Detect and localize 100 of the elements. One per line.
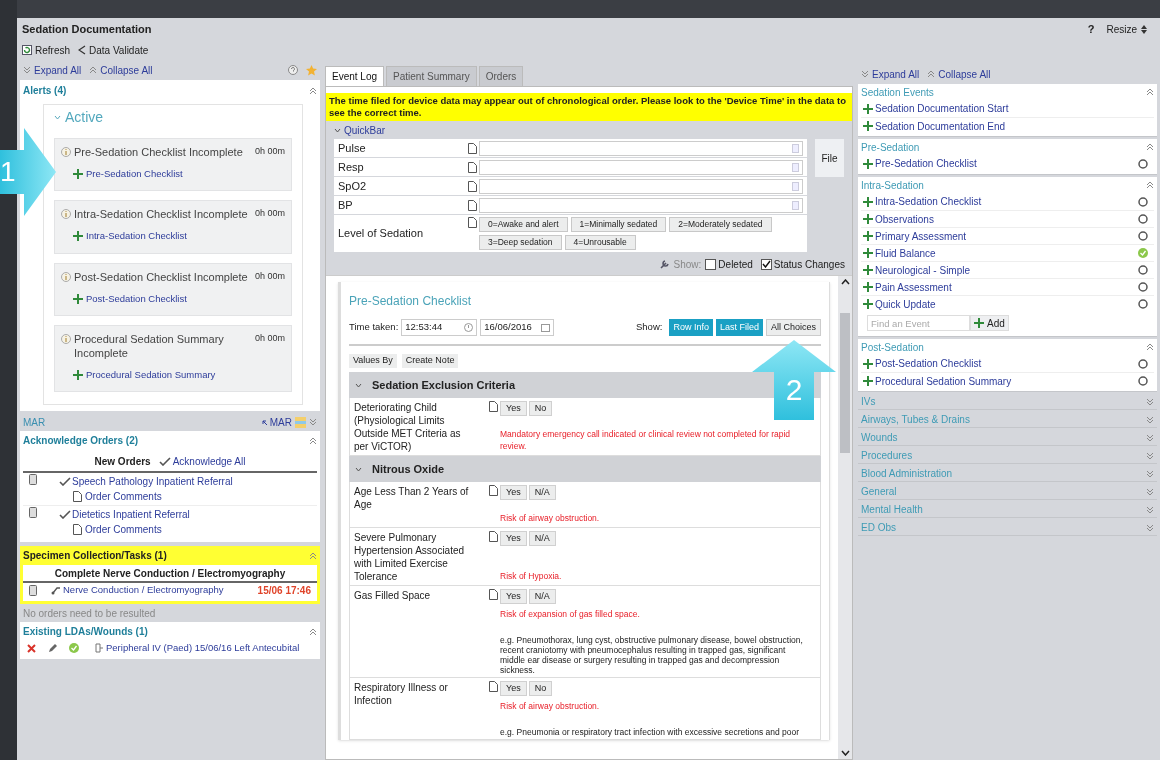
event-link[interactable]: Quick Update	[863, 296, 936, 312]
section-title: ED Obs	[861, 521, 896, 535]
question-label: Gas Filled Space	[354, 589, 432, 603]
answer-button[interactable]: Yes	[500, 401, 527, 416]
order-comments-link[interactable]: Order Comments	[59, 522, 190, 537]
order-comments-link[interactable]: Order Comments	[59, 489, 233, 504]
acknowledge-all-link[interactable]: Acknowledge All	[158, 453, 246, 469]
plus-icon	[863, 196, 873, 207]
answer-button[interactable]: Yes	[500, 531, 527, 546]
option-button[interactable]: 0=Awake and alert	[479, 217, 568, 232]
document-icon	[489, 589, 498, 600]
section-title: Mental Health	[861, 503, 923, 517]
input-field[interactable]	[479, 159, 804, 175]
quickbar-toggle[interactable]: QuickBar	[326, 121, 852, 139]
tab[interactable]: Orders	[478, 66, 524, 86]
answer-button[interactable]: N/A	[528, 531, 556, 546]
event-link[interactable]: Fluid Balance	[863, 245, 936, 261]
info-icon	[61, 333, 71, 344]
show-label: Show:	[673, 257, 702, 272]
plus-icon	[863, 358, 873, 369]
warning-text: Mandatory emergency call indicated or clinical review not completed for rapid review.	[499, 427, 792, 453]
input-field[interactable]	[479, 197, 804, 213]
mar-link[interactable]: MAR	[261, 414, 292, 430]
section-title: Post-Sedation	[861, 340, 924, 355]
option-button[interactable]: 3=Deep sedation	[479, 235, 562, 250]
event-link[interactable]: Pre-Sedation Checklist	[863, 156, 977, 171]
alert-link[interactable]: Pre-Sedation Checklist	[73, 167, 183, 182]
expand-all-link[interactable]: Expand All	[23, 62, 82, 78]
answer-button[interactable]: Yes	[500, 589, 527, 604]
info-icon	[61, 271, 71, 282]
window-title: Sedation Documentation	[22, 21, 152, 37]
answer-button[interactable]: No	[528, 401, 553, 416]
checkbox[interactable]: Status Changes	[760, 256, 845, 272]
document-icon	[489, 485, 498, 496]
file-button[interactable]: File	[815, 139, 844, 177]
warning-text: Risk of expansion of gas filled space.	[499, 608, 641, 621]
answer-button[interactable]: N/A	[528, 589, 556, 604]
section-title: Sedation Exclusion Criteria	[372, 377, 516, 393]
event-link[interactable]: Observations	[863, 211, 934, 227]
alert-link[interactable]: Procedural Sedation Summary	[73, 367, 216, 382]
toggle-button[interactable]: All Choices	[765, 319, 821, 336]
help-button[interactable]: ?	[1087, 20, 1095, 38]
order-link[interactable]: Dietetics Inpatient Referral	[59, 507, 190, 522]
data-validate-button[interactable]: Data Validate	[78, 42, 149, 58]
answer-button[interactable]: Yes	[500, 680, 527, 696]
device-icon	[29, 507, 37, 518]
lda-link[interactable]: Peripheral IV (Paed) 15/06/16 Left Antecubital	[95, 641, 300, 656]
form-title: Pre-Sedation Checklist	[349, 293, 473, 310]
plus-icon	[73, 293, 83, 304]
event-link[interactable]: Sedation Documentation Start	[863, 101, 1009, 116]
event-link[interactable]: Pain Assessment	[863, 279, 952, 295]
double-chevron-up-icon	[309, 436, 317, 445]
event-link[interactable]: Procedural Sedation Summary	[863, 373, 1012, 389]
scrollbar-thumb[interactable]	[840, 312, 850, 453]
search-field[interactable]: Find an Event	[867, 315, 970, 331]
group-title: Active	[65, 107, 104, 127]
plus-icon	[863, 282, 873, 292]
plus-icon	[73, 169, 83, 180]
input-field[interactable]	[479, 178, 804, 194]
alert-time: 0h 00m	[254, 331, 285, 345]
status-text: No orders need to be resulted	[22, 606, 157, 621]
collapse-all-link[interactable]: Collapse All	[89, 62, 153, 78]
alert-link[interactable]: Intra-Sedation Checklist	[73, 229, 187, 244]
tab[interactable]: Event Log	[325, 66, 385, 86]
checkbox[interactable]: Deleted	[705, 256, 753, 272]
action-button[interactable]: Create Note	[401, 354, 459, 368]
scrollbar[interactable]	[838, 276, 852, 759]
collapse-all-link[interactable]: Collapse All	[927, 66, 991, 82]
input-field[interactable]	[479, 140, 804, 156]
event-link[interactable]: Post-Sedation Checklist	[863, 356, 982, 371]
remove-icon	[27, 643, 36, 653]
expand-all-link[interactable]: Expand All	[861, 66, 920, 82]
date-field[interactable]: 16/06/2016	[480, 319, 555, 336]
task-link[interactable]: Nerve Conduction / Electromyography	[51, 583, 244, 598]
event-link[interactable]: Intra-Sedation Checklist	[863, 194, 982, 209]
answer-button[interactable]: No	[528, 680, 553, 696]
chevron-down-icon	[355, 466, 362, 472]
option-button[interactable]: 1=Minimally sedated	[570, 217, 667, 232]
action-button[interactable]: Values By	[349, 354, 397, 368]
add-button[interactable]: Add	[970, 315, 1009, 331]
document-icon	[468, 199, 477, 211]
document-icon	[489, 531, 498, 542]
order-link[interactable]: Speech Pathology Inpatient Referral	[59, 474, 233, 489]
event-link[interactable]: Primary Assessment	[863, 228, 967, 244]
tab[interactable]: Patient Summary	[386, 66, 477, 86]
refresh-button[interactable]: Refresh	[22, 42, 70, 58]
event-link[interactable]: Neurological - Simple	[863, 262, 971, 278]
answer-button[interactable]: N/A	[528, 485, 556, 500]
double-chevron-up-icon	[309, 627, 317, 636]
option-button[interactable]: 2=Moderately sedated	[669, 217, 772, 232]
plus-icon	[863, 158, 873, 169]
resize-button[interactable]: Resize	[1106, 21, 1147, 37]
document-icon	[489, 680, 498, 692]
note-text: e.g. Pneumonia or respiratory tract infection with excessive secretions and poor	[499, 726, 801, 737]
time-field[interactable]: 12:53:44	[401, 319, 478, 336]
option-button[interactable]: 4=Unrousable	[564, 235, 636, 250]
answer-button[interactable]: Yes	[500, 485, 527, 500]
event-link[interactable]: Sedation Documentation End	[863, 118, 1006, 134]
alert-link[interactable]: Post-Sedation Checklist	[73, 291, 187, 306]
field-label: Resp	[338, 159, 365, 175]
